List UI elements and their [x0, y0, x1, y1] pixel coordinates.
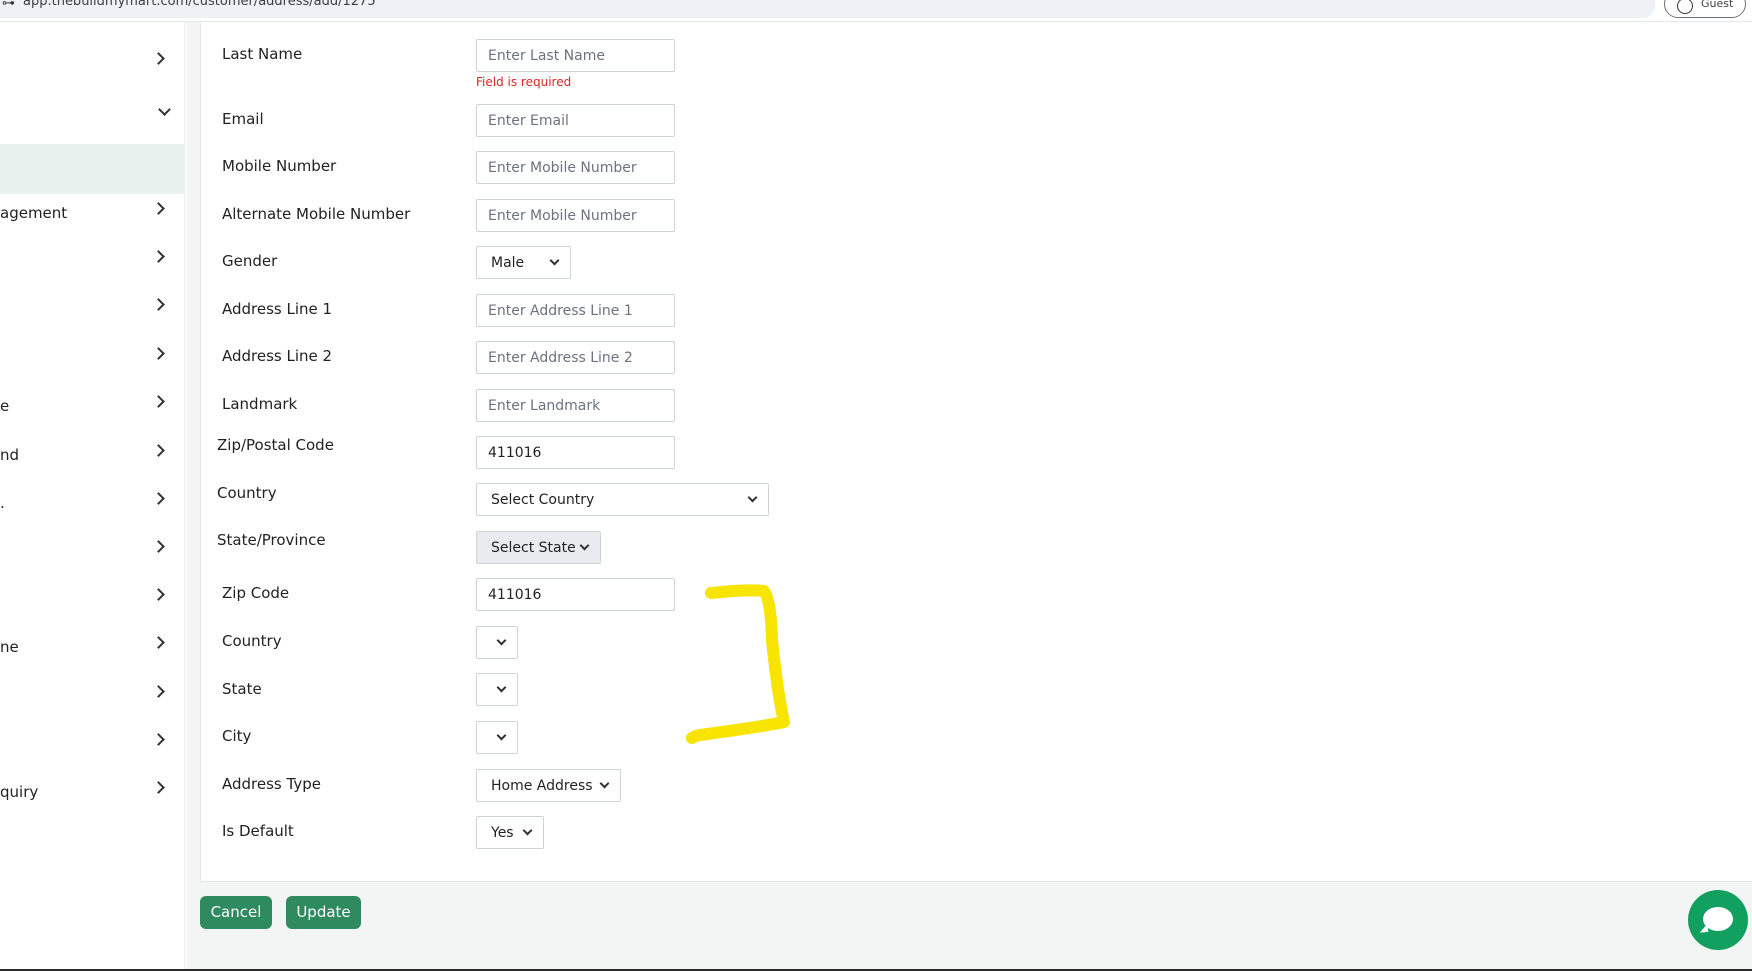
highlight-annotation — [686, 584, 790, 744]
